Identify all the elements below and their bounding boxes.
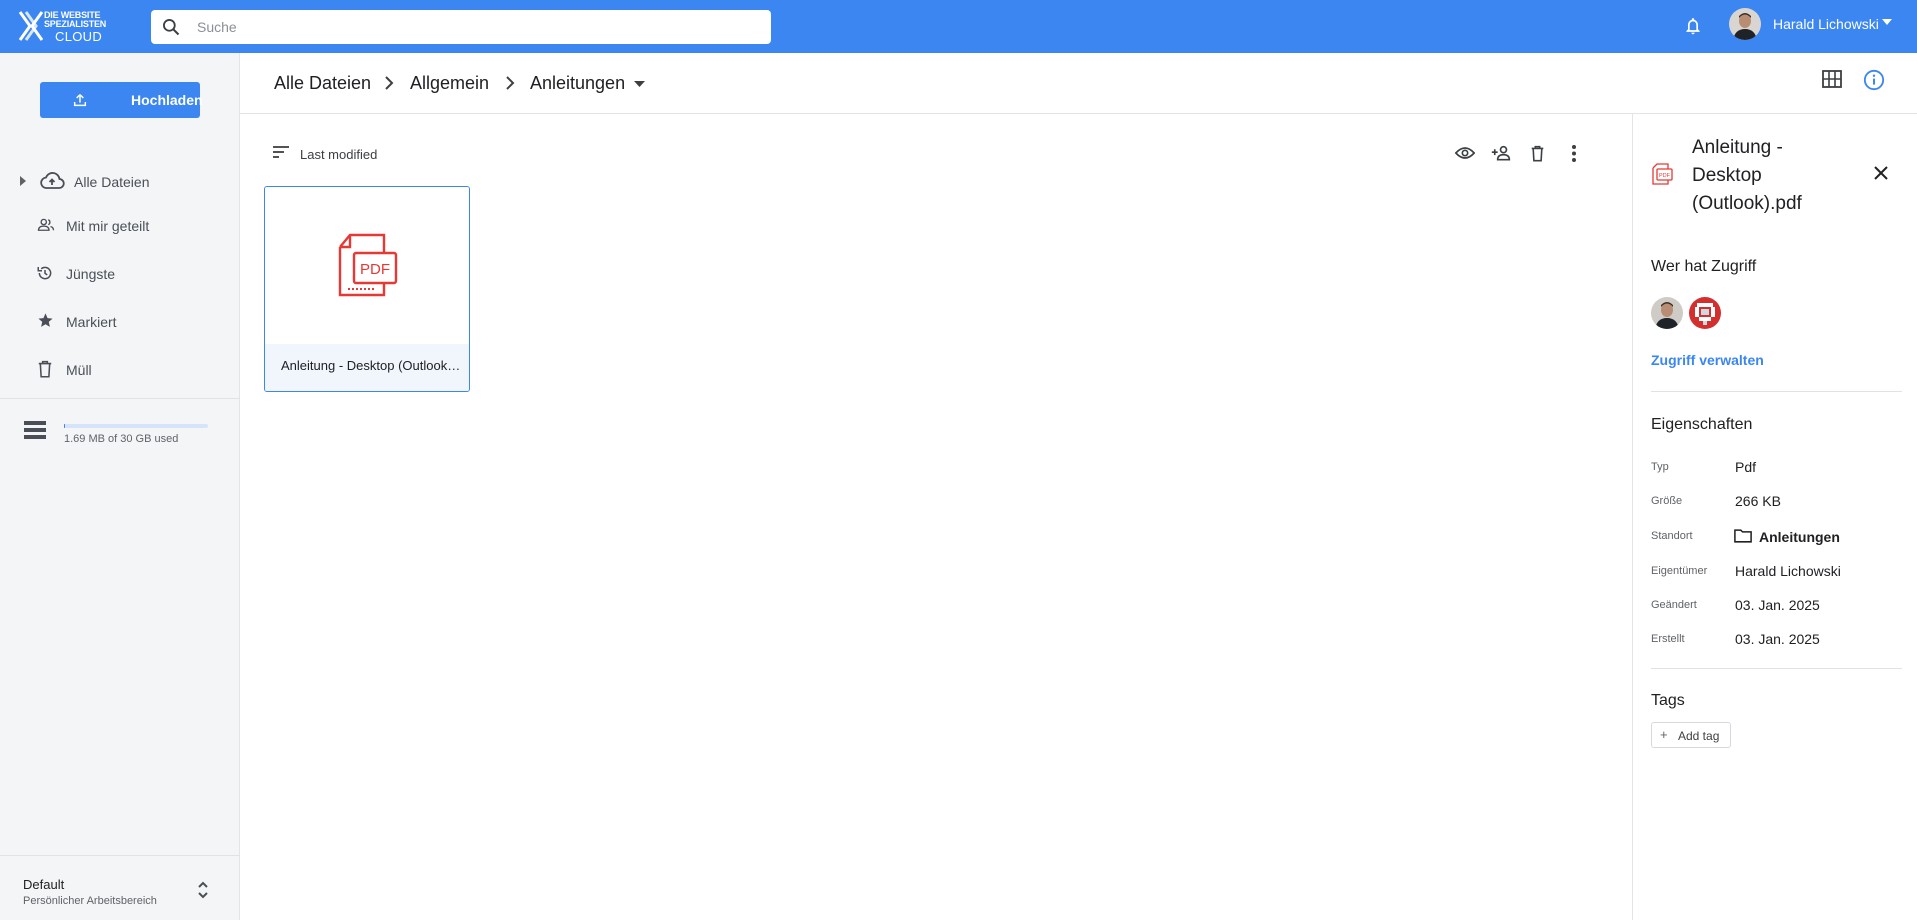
user-name[interactable]: Harald Lichowski: [1773, 16, 1879, 32]
trash-icon: [38, 360, 52, 378]
storage-usage-fill: [64, 424, 66, 428]
property-value: 03. Jan. 2025: [1735, 631, 1820, 647]
brand-logo[interactable]: DIE WEBSITE SPEZIALISTEN CLOUD: [18, 8, 123, 44]
property-value: 266 KB: [1735, 493, 1781, 509]
search-icon: [163, 19, 180, 36]
property-value: Pdf: [1735, 459, 1757, 475]
sort-label: Last modified: [300, 147, 378, 162]
upload-label: Hochladen: [131, 92, 203, 108]
file-card[interactable]: PDF Anleitung - Desktop (Outlook).pdf: [264, 186, 470, 392]
property-key: Typ: [1651, 461, 1669, 473]
history-icon: [37, 266, 52, 280]
breadcrumb-header: Alle Dateien Allgemein Anleitungen: [240, 53, 1917, 114]
details-title: Anleitung - Desktop (Outlook).pdf: [1692, 137, 1802, 214]
property-key: Größe: [1651, 495, 1683, 507]
grid-view-icon[interactable]: [1822, 70, 1842, 88]
search-box: [151, 10, 771, 44]
sidebar: Hochladen Alle Dateien Mit mir geteilt J…: [0, 53, 240, 920]
properties-section-title: Eigenschaften: [1651, 416, 1753, 433]
delete-trash-icon[interactable]: [1531, 145, 1544, 162]
pdf-label: PDF: [1659, 173, 1671, 179]
caret-right-icon[interactable]: [20, 176, 26, 186]
location-link[interactable]: Anleitungen: [1759, 529, 1840, 545]
sidebar-item-label: Mit mir geteilt: [66, 218, 150, 234]
user-photo-icon: [1729, 8, 1761, 40]
sidebar-item-label: Markiert: [66, 314, 117, 330]
search-input[interactable]: [197, 10, 757, 44]
sidebar-item-label: Alle Dateien: [74, 174, 150, 190]
sidebar-item-label: Jüngste: [66, 266, 116, 282]
avatar[interactable]: [1651, 297, 1683, 329]
sidebar-item-all-files[interactable]: Alle Dateien: [0, 164, 239, 200]
details-divider: [1651, 391, 1902, 392]
add-tag-button[interactable]: + Add tag: [1651, 722, 1731, 748]
property-key: Standort: [1651, 530, 1693, 542]
storage-usage-text: 1.69 MB of 30 GB used: [64, 433, 179, 445]
sidebar-item-recent[interactable]: Jüngste: [0, 256, 239, 292]
share-person-add-icon[interactable]: [1491, 145, 1511, 161]
breadcrumb-item-general[interactable]: Allgemein: [410, 73, 489, 94]
property-key: Geändert: [1651, 599, 1697, 611]
breadcrumb-item-all-files[interactable]: Alle Dateien: [274, 73, 371, 94]
property-value: 03. Jan. 2025: [1735, 597, 1820, 613]
user-photo-icon: [1651, 297, 1683, 329]
identicon-avatar-icon: [1689, 297, 1721, 329]
workspace-switch-icon[interactable]: [196, 879, 210, 901]
caret-down-icon[interactable]: [634, 81, 645, 87]
sort-icon: [273, 146, 289, 158]
logo-x-icon: [18, 11, 44, 41]
avatar[interactable]: [1689, 297, 1721, 329]
sidebar-item-starred[interactable]: Markiert: [0, 304, 239, 340]
sidebar-divider: [0, 855, 239, 856]
notification-bell-icon[interactable]: [1683, 15, 1703, 37]
access-section-title: Wer hat Zugriff: [1651, 258, 1757, 275]
workspace-subtitle[interactable]: Persönlicher Arbeitsbereich: [23, 895, 157, 907]
chevron-right-icon: [385, 76, 394, 90]
upload-button[interactable]: Hochladen: [40, 82, 203, 118]
star-icon: [38, 313, 53, 327]
user-avatar[interactable]: [1729, 8, 1761, 40]
pdf-file-icon: PDF: [1652, 163, 1673, 185]
property-value: Harald Lichowski: [1735, 563, 1841, 579]
file-name-area[interactable]: Anleitung - Desktop (Outlook).pdf: [265, 344, 469, 391]
folder-icon: [1734, 529, 1752, 543]
chevron-right-icon: [506, 76, 515, 90]
add-tag-label: Add tag: [1678, 729, 1720, 743]
brand-line-2: SPEZIALISTEN: [44, 19, 107, 29]
sidebar-item-trash[interactable]: Müll: [0, 352, 239, 388]
pdf-label: PDF: [360, 261, 390, 278]
top-bar: DIE WEBSITE SPEZIALISTEN CLOUD Harald Li…: [0, 0, 1917, 53]
sidebar-item-label: Müll: [66, 362, 92, 378]
storage-usage-bar: [64, 424, 208, 428]
sidebar-divider: [0, 398, 239, 399]
sidebar-item-shared-with-me[interactable]: Mit mir geteilt: [0, 208, 239, 244]
preview-eye-icon[interactable]: [1455, 146, 1475, 160]
details-panel: PDF Anleitung - Desktop (Outlook).pdf We…: [1632, 114, 1917, 920]
pdf-file-icon: PDF: [338, 233, 398, 297]
plus-icon: +: [1660, 727, 1668, 742]
details-divider: [1651, 668, 1902, 669]
upload-icon: [73, 94, 87, 107]
close-icon[interactable]: [1873, 165, 1889, 181]
brand-line-3: CLOUD: [55, 29, 103, 44]
people-icon: [37, 218, 55, 231]
workspace-name[interactable]: Default: [23, 877, 64, 892]
more-vertical-icon[interactable]: [1572, 145, 1576, 162]
file-thumbnail[interactable]: PDF: [265, 187, 469, 344]
cloud-upload-icon: [40, 172, 65, 189]
file-name: Anleitung - Desktop (Outlook).pdf: [281, 358, 461, 373]
property-key: Erstellt: [1651, 633, 1685, 645]
chevron-down-icon[interactable]: [1882, 19, 1892, 25]
breadcrumb-item-guides[interactable]: Anleitungen: [530, 73, 625, 94]
tags-section-title: Tags: [1651, 692, 1685, 709]
property-key: Eigentümer: [1651, 565, 1708, 577]
storage-icon: [24, 421, 46, 439]
info-icon[interactable]: [1863, 69, 1885, 91]
manage-access-link[interactable]: Zugriff verwalten: [1651, 352, 1764, 368]
sort-control[interactable]: Last modified: [272, 145, 377, 164]
